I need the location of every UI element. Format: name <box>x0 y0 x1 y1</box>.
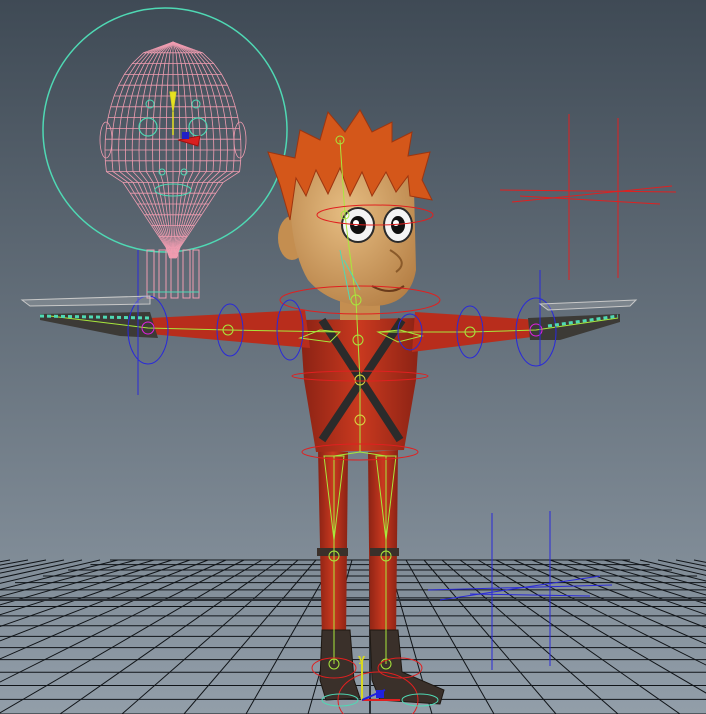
maya-viewport[interactable]: y <box>0 0 706 714</box>
gizmo-y-label: y <box>358 652 365 665</box>
leg-left <box>318 450 348 642</box>
viewport-scene[interactable]: y <box>0 0 706 714</box>
